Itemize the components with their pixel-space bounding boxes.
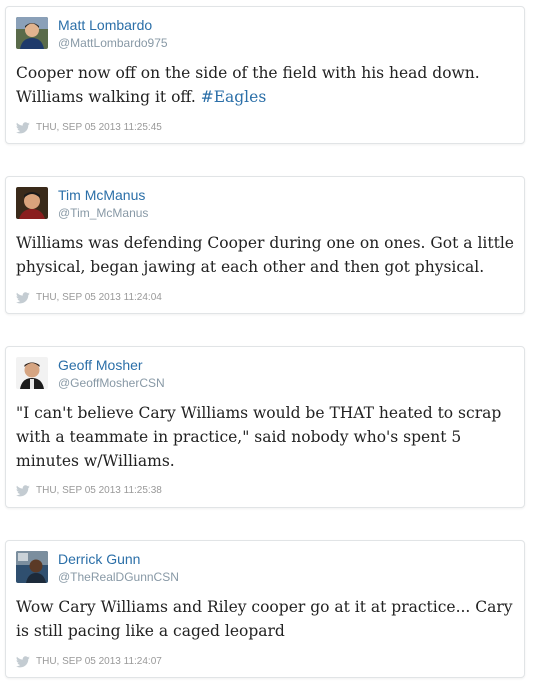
tweet-text: Williams was defending Cooper during one… xyxy=(16,234,514,276)
avatar[interactable] xyxy=(16,187,48,219)
person-avatar-icon xyxy=(16,187,48,219)
author-name[interactable]: Matt Lombardo xyxy=(58,17,152,33)
tweet-card: Geoff Mosher @GeoffMosherCSN "I can't be… xyxy=(5,346,525,508)
twitter-bird-icon xyxy=(16,485,30,497)
author-handle[interactable]: @TheRealDGunnCSN xyxy=(58,570,179,584)
author-handle[interactable]: @GeoffMosherCSN xyxy=(58,376,165,390)
hashtag-link[interactable]: #Eagles xyxy=(201,88,267,106)
tweet-meta: THU, SEP 05 2013 11:25:45 xyxy=(16,121,162,135)
twitter-bird-icon xyxy=(16,122,30,134)
author-name[interactable]: Tim McManus xyxy=(58,187,145,203)
tweet-text: "I can't believe Cary Williams would be … xyxy=(16,404,502,470)
timestamp[interactable]: THU, SEP 05 2013 11:24:04 xyxy=(36,292,162,303)
person-avatar-icon xyxy=(16,357,48,389)
avatar[interactable] xyxy=(16,357,48,389)
timestamp[interactable]: THU, SEP 05 2013 11:25:38 xyxy=(36,485,162,496)
author-name[interactable]: Geoff Mosher xyxy=(58,357,143,373)
person-avatar-icon xyxy=(16,551,48,583)
tweet-meta: THU, SEP 05 2013 11:25:38 xyxy=(16,484,162,498)
avatar[interactable] xyxy=(16,551,48,583)
timestamp[interactable]: THU, SEP 05 2013 11:24:07 xyxy=(36,656,162,667)
author-name[interactable]: Derrick Gunn xyxy=(58,551,140,567)
tweet-text: Cooper now off on the side of the field … xyxy=(16,61,514,109)
tweet-text: Wow Cary Williams and Riley cooper go at… xyxy=(16,598,513,640)
twitter-bird-icon xyxy=(16,292,30,304)
timestamp[interactable]: THU, SEP 05 2013 11:25:45 xyxy=(36,122,162,133)
avatar[interactable] xyxy=(16,17,48,49)
tweet-card: Tim McManus @Tim_McManus Williams was de… xyxy=(5,176,525,314)
person-avatar-icon xyxy=(16,17,48,49)
tweet-card: Derrick Gunn @TheRealDGunnCSN Wow Cary W… xyxy=(5,540,525,678)
author-handle[interactable]: @MattLombardo975 xyxy=(58,36,168,50)
tweet-card: Matt Lombardo @MattLombardo975 Cooper no… xyxy=(5,6,525,144)
author-handle[interactable]: @Tim_McManus xyxy=(58,206,148,220)
tweet-meta: THU, SEP 05 2013 11:24:07 xyxy=(16,655,162,669)
tweet-meta: THU, SEP 05 2013 11:24:04 xyxy=(16,291,162,305)
twitter-bird-icon xyxy=(16,656,30,668)
